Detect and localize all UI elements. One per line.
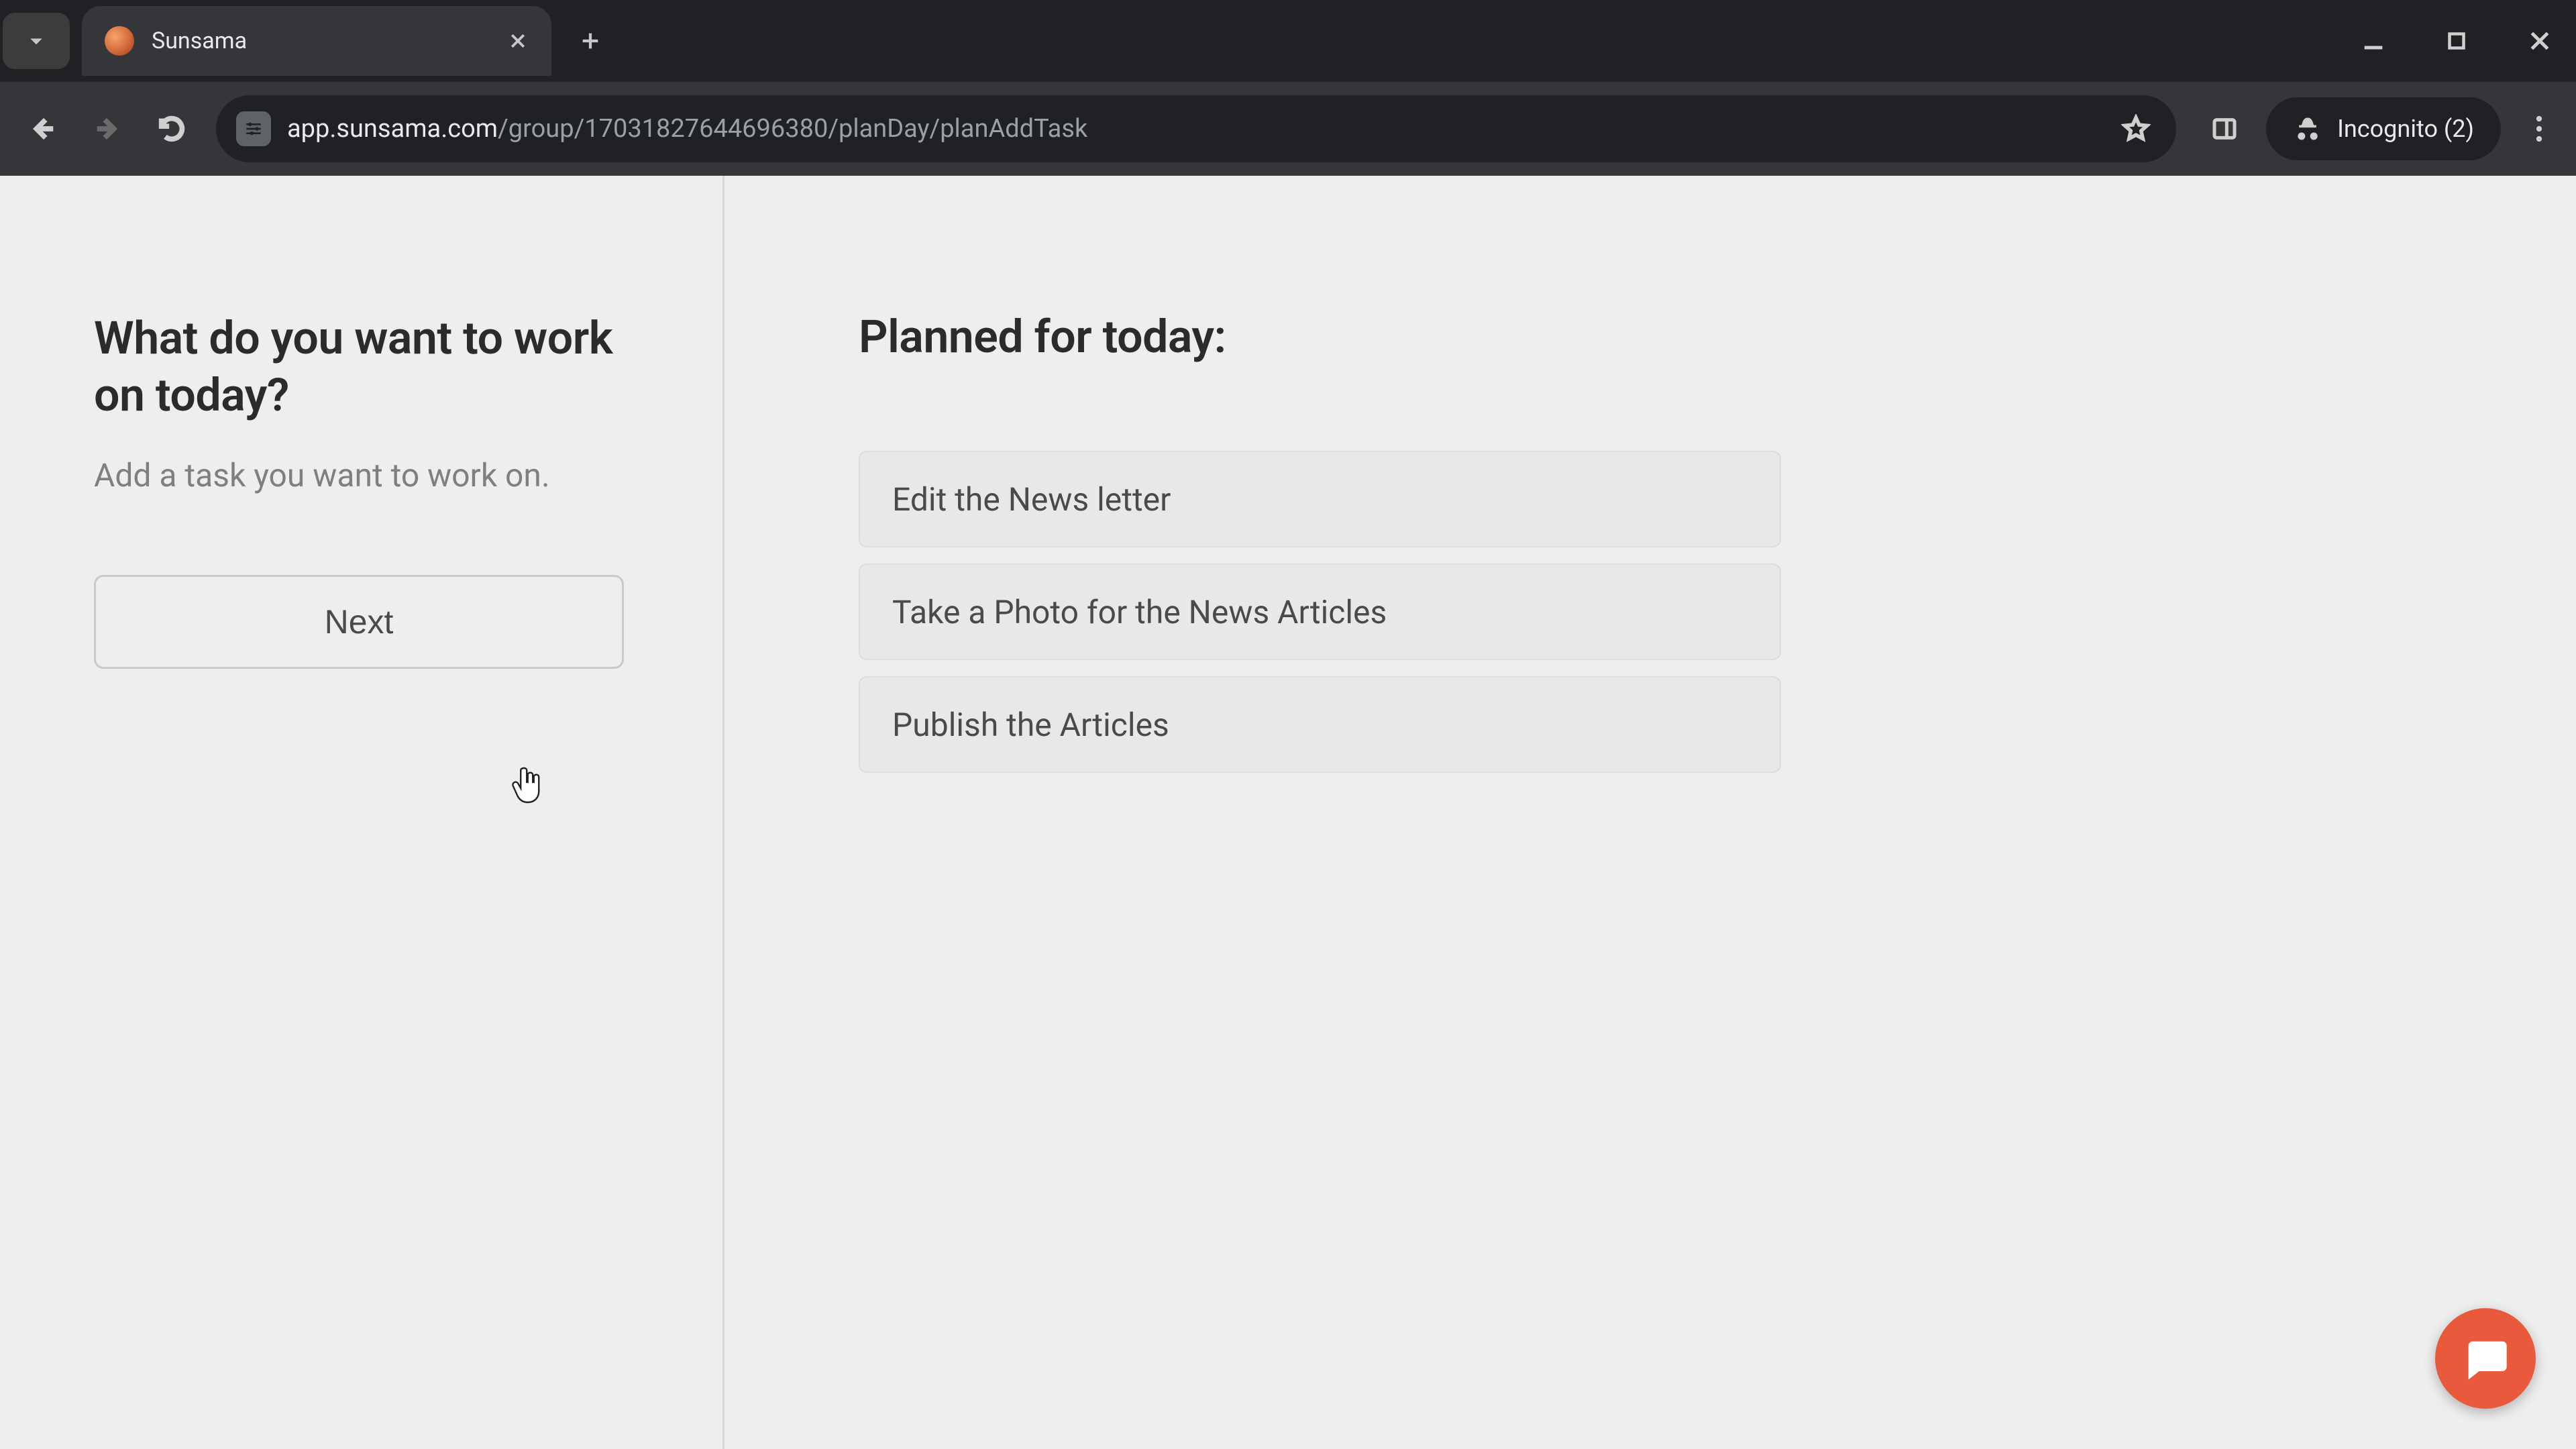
task-card-label: Publish the Articles <box>892 706 1169 744</box>
nav-forward-button[interactable] <box>78 99 137 158</box>
incognito-label: Incognito (2) <box>2337 115 2474 143</box>
nav-reload-button[interactable] <box>142 99 201 158</box>
toolbar-right: Incognito (2) <box>2198 97 2563 160</box>
planned-title: Planned for today: <box>859 310 2576 364</box>
arrow-left-icon <box>28 113 58 144</box>
chat-icon <box>2460 1333 2511 1384</box>
browser-tab-active[interactable]: Sunsama <box>82 6 551 76</box>
url-text: app.sunsama.com/group/17031827644696380/… <box>287 114 2100 144</box>
app-content: What do you want to work on today? Add a… <box>0 176 2576 1449</box>
arrow-right-icon <box>92 113 123 144</box>
url-path: /group/17031827644696380/planDay/planAdd… <box>498 114 1087 144</box>
tab-strip: Sunsama <box>0 0 2576 82</box>
incognito-icon <box>2293 114 2322 144</box>
chevron-down-icon <box>22 27 50 55</box>
address-bar[interactable]: app.sunsama.com/group/17031827644696380/… <box>216 95 2176 162</box>
task-card-label: Edit the News letter <box>892 480 1171 519</box>
new-tab-button[interactable] <box>570 21 610 61</box>
left-pane: What do you want to work on today? Add a… <box>0 176 724 1449</box>
browser-menu-button[interactable] <box>2516 105 2563 152</box>
tab-search-dropdown[interactable] <box>3 13 70 69</box>
task-card[interactable]: Edit the News letter <box>859 451 1781 547</box>
task-card[interactable]: Publish the Articles <box>859 676 1781 773</box>
incognito-indicator[interactable]: Incognito (2) <box>2266 97 2501 160</box>
task-card-label: Take a Photo for the News Articles <box>892 593 1387 631</box>
tune-icon <box>243 118 264 140</box>
sunsama-favicon <box>105 26 134 56</box>
window-close-button[interactable] <box>2520 21 2560 61</box>
plus-icon <box>579 30 602 52</box>
tab-close-button[interactable] <box>503 26 533 56</box>
browser-toolbar: app.sunsama.com/group/17031827644696380/… <box>0 82 2576 176</box>
panel-icon <box>2211 115 2238 142</box>
tab-title: Sunsama <box>152 28 503 54</box>
maximize-icon <box>2445 29 2469 53</box>
bookmark-button[interactable] <box>2116 109 2156 149</box>
task-card[interactable]: Take a Photo for the News Articles <box>859 564 1781 660</box>
star-icon <box>2121 114 2151 144</box>
site-info-button[interactable] <box>236 111 271 146</box>
window-minimize-button[interactable] <box>2353 21 2394 61</box>
kebab-icon <box>2536 114 2542 144</box>
browser-chrome: Sunsama <box>0 0 2576 176</box>
help-chat-button[interactable] <box>2435 1308 2536 1409</box>
prompt-subtitle: Add a task you want to work on. <box>94 456 629 494</box>
window-controls <box>2353 0 2560 82</box>
minimize-icon <box>2360 28 2387 54</box>
right-pane: Planned for today: Edit the News letter … <box>724 176 2576 1449</box>
reload-icon <box>156 113 187 144</box>
side-panel-button[interactable] <box>2198 102 2251 156</box>
window-maximize-button[interactable] <box>2436 21 2477 61</box>
nav-back-button[interactable] <box>13 99 72 158</box>
next-button-label: Next <box>325 602 394 641</box>
prompt-title: What do you want to work on today? <box>94 310 629 424</box>
close-icon <box>2526 28 2553 54</box>
next-button[interactable]: Next <box>94 575 624 669</box>
close-icon <box>508 31 528 51</box>
url-domain: app.sunsama.com <box>287 114 498 144</box>
